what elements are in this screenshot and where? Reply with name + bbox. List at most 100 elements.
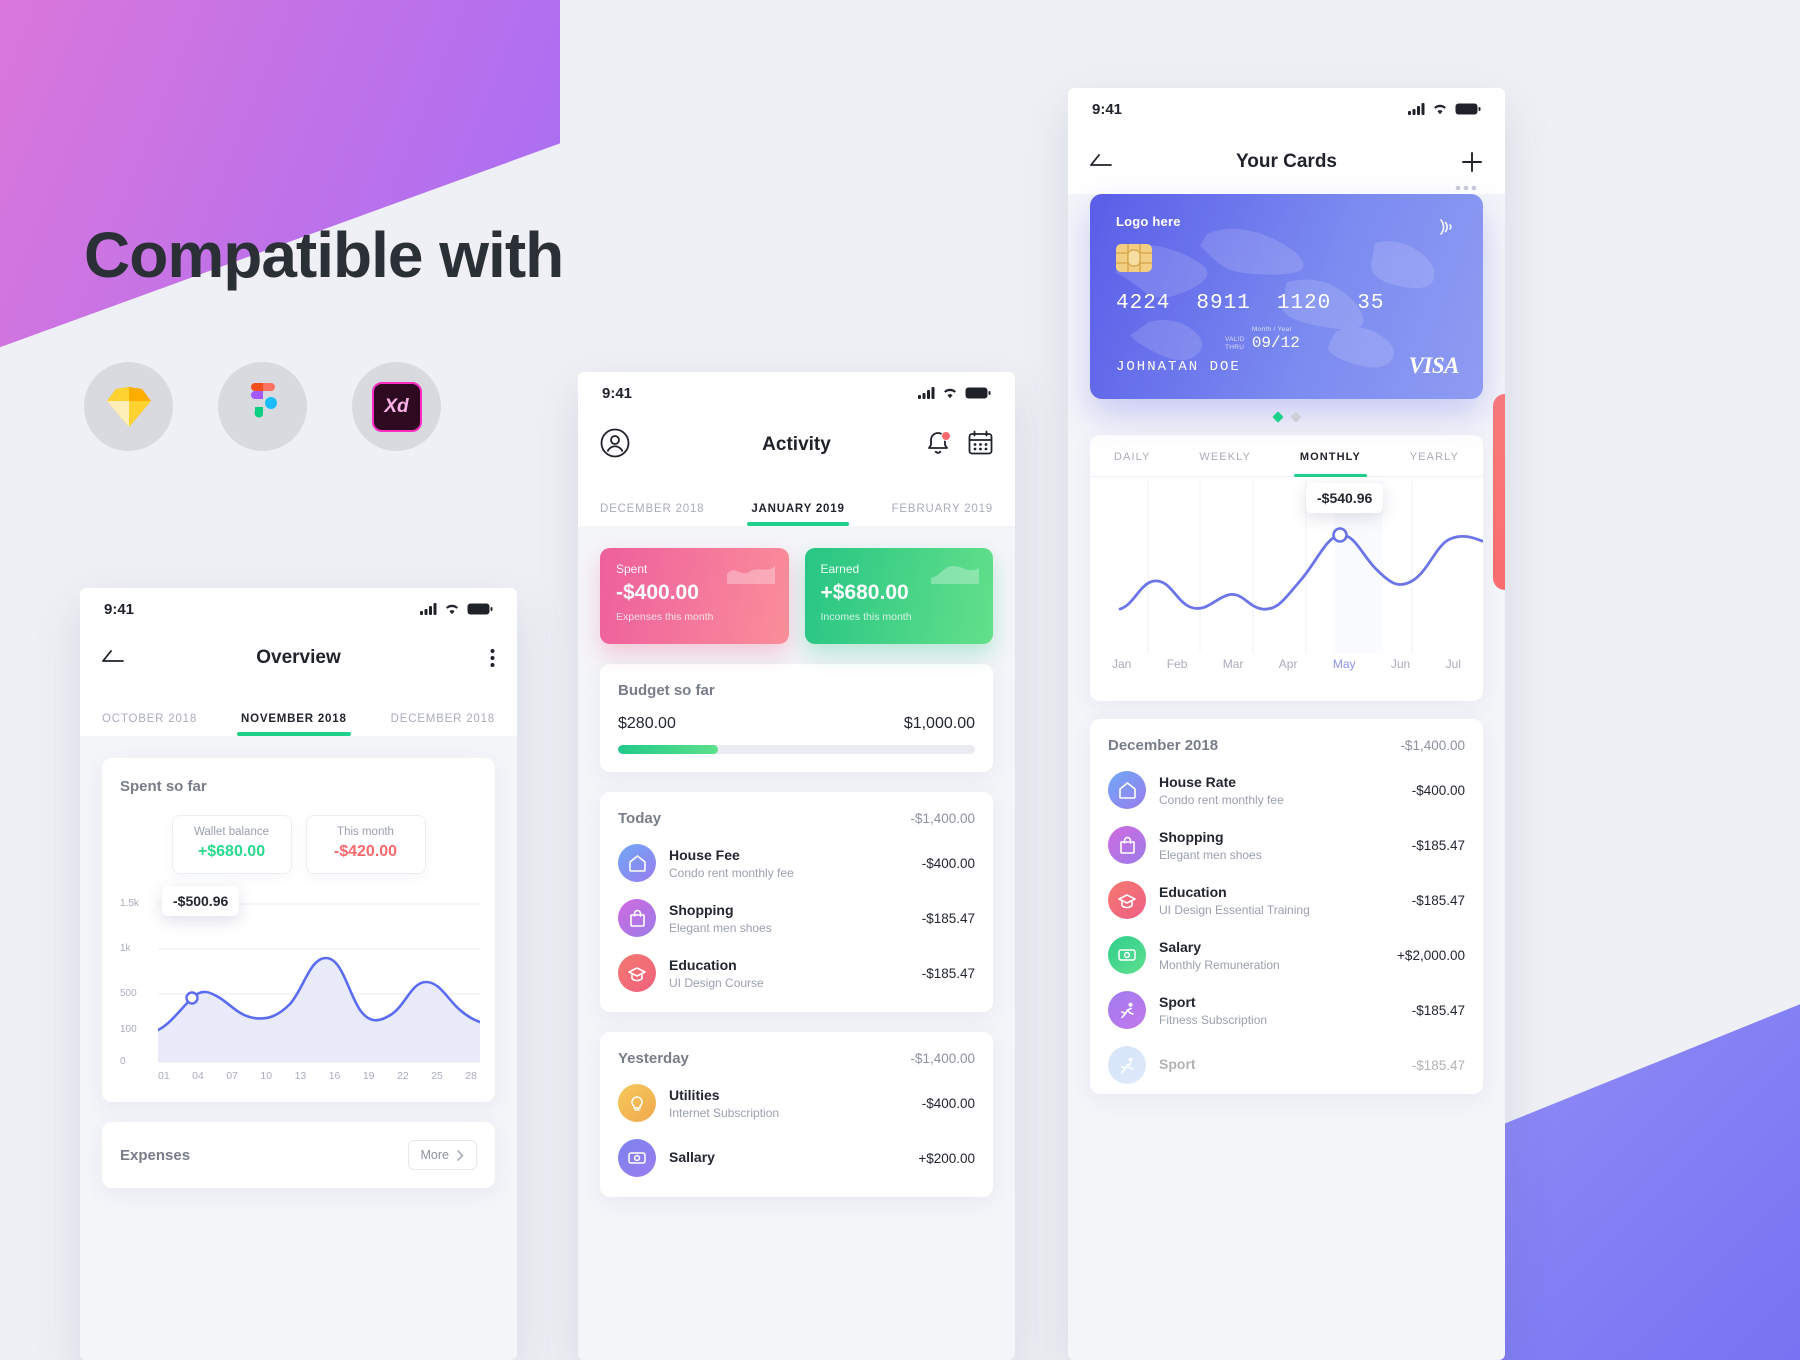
calendar-icon[interactable] xyxy=(968,430,993,460)
tab-yearly[interactable]: YEARLY xyxy=(1410,435,1459,476)
tool-sketch[interactable] xyxy=(84,362,173,451)
x-tick: Jun xyxy=(1390,657,1411,671)
summary-card-spent[interactable]: Spent -$400.00 Expenses this month xyxy=(600,548,789,644)
tab-weekly[interactable]: WEEKLY xyxy=(1199,435,1251,476)
table-row[interactable]: Sallary +$200.00 xyxy=(618,1139,975,1177)
budget-progress-fill xyxy=(618,745,718,754)
secondary-card-peek[interactable] xyxy=(1493,394,1505,590)
overview-navbar: Overview xyxy=(80,630,517,686)
card-number-group: 4224 xyxy=(1116,292,1171,315)
summary-sub: Expenses this month xyxy=(616,611,714,623)
tab-monthly[interactable]: MONTHLY xyxy=(1293,435,1368,477)
y-tick: 0 xyxy=(120,1056,126,1067)
cards-monthly-chart[interactable]: -$540.96 Jan Feb Mar Apr May Jun Jul xyxy=(1090,477,1483,687)
user-circle-icon[interactable] xyxy=(600,428,630,463)
month-tab-january[interactable]: JANUARY 2019 xyxy=(747,503,850,526)
table-row[interactable]: Education UI Design Course -$185.47 xyxy=(618,954,975,992)
activity-body: Spent -$400.00 Expenses this month Earne… xyxy=(578,526,1015,1197)
chart-x-axis: 01 04 07 10 13 16 19 22 25 28 xyxy=(158,1070,477,1082)
credit-card[interactable]: Logo here 4224 8911 1120 35 VALID THRU M… xyxy=(1090,194,1483,399)
spent-card-title: Spent so far xyxy=(120,778,207,795)
chart-plot xyxy=(158,903,480,1063)
shopping-bag-icon xyxy=(1108,826,1146,864)
group-total: -$1,400.00 xyxy=(910,1051,975,1066)
table-row[interactable]: House Rate Condo rent monthly fee -$400.… xyxy=(1108,771,1465,809)
expenses-more-button[interactable]: More xyxy=(407,1140,477,1170)
table-row[interactable]: Sport -$185.47 xyxy=(1108,1046,1465,1084)
transaction-text: Education UI Design Essential Training xyxy=(1159,884,1310,917)
table-row[interactable]: Education UI Design Essential Training -… xyxy=(1108,881,1465,919)
plus-icon[interactable] xyxy=(1461,151,1483,173)
chart-tooltip-label: -$500.96 xyxy=(162,886,240,916)
wifi-icon xyxy=(944,388,956,399)
group-header: Today -$1,400.00 xyxy=(618,810,975,827)
month-tab-december[interactable]: DECEMBER 2018 xyxy=(600,503,704,526)
wifi-icon xyxy=(446,604,458,615)
back-arrow-icon[interactable] xyxy=(1090,153,1114,172)
graduation-cap-icon xyxy=(1108,881,1146,919)
table-row[interactable]: House Fee Condo rent monthly fee -$400.0… xyxy=(618,844,975,882)
expiry-value: 09/12 xyxy=(1251,334,1300,353)
table-row[interactable]: Shopping Elegant men shoes -$185.47 xyxy=(1108,826,1465,864)
group-header: December 2018 -$1,400.00 xyxy=(1108,737,1465,754)
tab-daily[interactable]: DAILY xyxy=(1114,435,1150,476)
figma-icon xyxy=(250,382,277,417)
chip-icon xyxy=(1116,244,1152,277)
tool-figma[interactable] xyxy=(218,362,307,451)
x-tick: Jul xyxy=(1445,657,1461,671)
status-time: 9:41 xyxy=(104,600,135,618)
budget-values: $280.00 $1,000.00 xyxy=(618,715,975,733)
budget-total: $1,000.00 xyxy=(903,715,975,732)
status-indicators xyxy=(420,603,493,615)
table-row[interactable]: Salary Monthly Remuneration +$2,000.00 xyxy=(1108,936,1465,974)
status-time: 9:41 xyxy=(1092,100,1123,118)
cellular-signal-icon xyxy=(918,387,935,399)
status-bar: 9:41 xyxy=(1068,88,1505,130)
cards-carousel: Logo here 4224 8911 1120 35 VALID THRU M… xyxy=(1068,185,1505,590)
overview-header: 9:41 Overview OCTOBER 2018 NOVEMBER 2018… xyxy=(80,588,517,736)
month-tab-november[interactable]: NOVEMBER 2018 xyxy=(237,713,351,736)
back-arrow-icon[interactable] xyxy=(102,649,126,668)
month-tab-october[interactable]: OCTOBER 2018 xyxy=(102,713,197,736)
table-row[interactable]: Utilities Internet Subscription -$400.00 xyxy=(618,1084,975,1122)
phone-cards-screen: 9:41 Your Cards Logo here 4224 8911 1120… xyxy=(1068,88,1505,1360)
contactless-icon xyxy=(1435,216,1457,243)
table-row[interactable]: Sport Fitness Subscription -$185.47 xyxy=(1108,991,1465,1029)
chart-y-axis: 1.5k 1k 500 100 0 xyxy=(120,898,154,1067)
budget-card: Budget so far $280.00 $1,000.00 xyxy=(600,664,993,772)
summary-card-earned[interactable]: Earned +$680.00 Incomes this month xyxy=(804,548,993,644)
x-tick: 01 xyxy=(158,1070,170,1082)
pagination-dot[interactable] xyxy=(1289,411,1302,423)
transaction-amount: -$185.47 xyxy=(1411,892,1465,908)
group-total: -$1,400.00 xyxy=(910,811,975,826)
battery-icon xyxy=(1455,103,1481,115)
graduation-cap-icon xyxy=(618,954,656,992)
transaction-amount: -$185.47 xyxy=(921,965,975,981)
more-vertical-icon[interactable] xyxy=(490,648,495,668)
month-tab-december[interactable]: DECEMBER 2018 xyxy=(391,713,495,736)
sport-icon xyxy=(1108,1046,1146,1084)
cards-chart-section: DAILY WEEKLY MONTHLY YEARLY -$540.96 Jan… xyxy=(1068,435,1505,701)
pagination-dot-active[interactable] xyxy=(1271,411,1284,423)
bell-icon[interactable] xyxy=(926,430,951,461)
transaction-amount: +$200.00 xyxy=(918,1150,975,1166)
transaction-text: Sport xyxy=(1159,1056,1196,1075)
visa-brand-logo: VISA xyxy=(1408,353,1460,378)
status-bar: 9:41 xyxy=(578,372,1015,414)
overview-month-tabs: OCTOBER 2018 NOVEMBER 2018 DECEMBER 2018 xyxy=(80,686,517,736)
tool-adobe-xd[interactable]: Xd xyxy=(352,362,441,451)
phone-overview-screen: 9:41 Overview OCTOBER 2018 NOVEMBER 2018… xyxy=(80,588,517,1360)
page-title: Your Cards xyxy=(1235,151,1337,172)
table-row[interactable]: Shopping Elegant men shoes -$185.47 xyxy=(618,899,975,937)
activity-summary-row: Spent -$400.00 Expenses this month Earne… xyxy=(600,548,993,644)
transaction-text: Sallary xyxy=(669,1149,715,1168)
card-expiry-block: VALID THRU Month / Year 09/12 xyxy=(1225,326,1300,352)
chart-plot xyxy=(1118,481,1483,653)
chart-tooltip-label: -$540.96 xyxy=(1306,483,1384,513)
transaction-name: House Fee xyxy=(669,846,740,863)
transaction-amount: -$185.47 xyxy=(1411,1002,1465,1018)
transaction-amount: -$185.47 xyxy=(1411,1057,1465,1073)
month-tab-february[interactable]: FEBRUARY 2019 xyxy=(892,503,993,526)
overview-spent-chart[interactable]: 1.5k 1k 500 100 0 -$500.96 01 04 07 10 1… xyxy=(120,886,480,1088)
transaction-amount: -$400.00 xyxy=(921,1095,975,1111)
